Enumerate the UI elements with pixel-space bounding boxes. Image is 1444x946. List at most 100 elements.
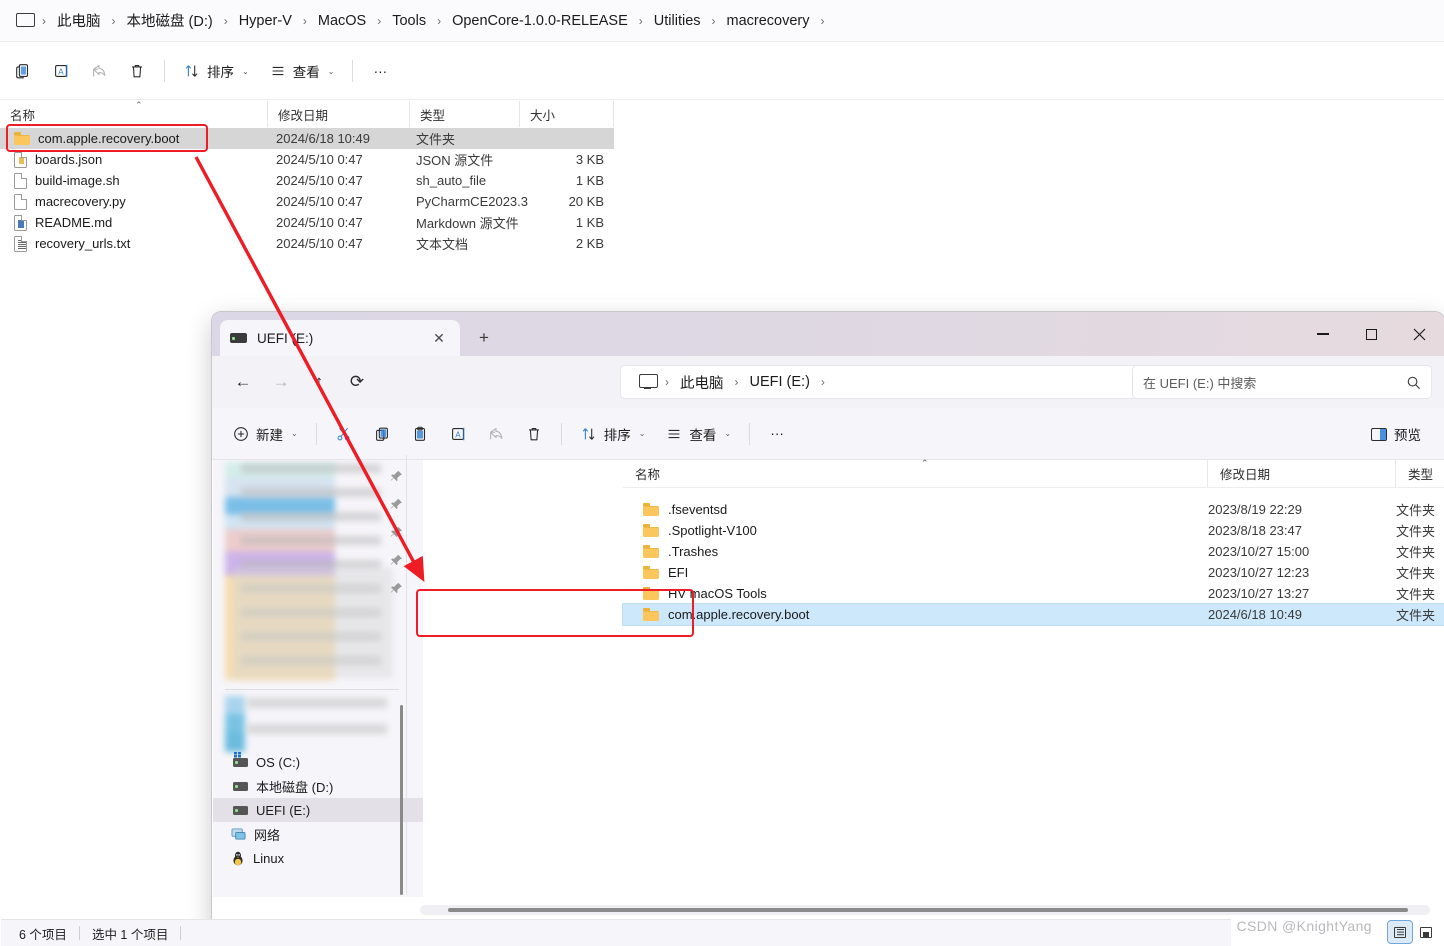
sidebar-item-linux[interactable]: Linux <box>213 846 423 870</box>
new-label: 新建 <box>256 424 283 444</box>
row-size-cell: 20 KB <box>530 194 604 209</box>
preview-pane-button[interactable]: 预览 <box>1362 417 1430 451</box>
copy-icon <box>373 425 391 443</box>
details-view-button[interactable] <box>1388 921 1412 943</box>
more-label: ··· <box>374 64 388 79</box>
file-name: .Trashes <box>668 544 718 559</box>
folder-icon <box>643 545 659 558</box>
sidebar-item-os-c[interactable]: OS (C:) <box>213 750 423 774</box>
view-button[interactable]: 查看 ⌄ <box>655 417 741 451</box>
table-row[interactable]: macrecovery.py 2024/5/10 0:47 PyCharmCE2… <box>0 191 614 212</box>
monitor-icon[interactable] <box>16 12 34 30</box>
column-header-size[interactable]: 大小 <box>520 101 614 127</box>
close-window-button[interactable] <box>1396 312 1442 356</box>
delete-button[interactable] <box>515 417 553 451</box>
tab-uefi-e[interactable]: UEFI (E:) ✕ <box>220 320 460 356</box>
breadcrumb-item-6[interactable]: Utilities <box>647 10 708 32</box>
table-row[interactable]: .Spotlight-V100 2023/8/18 23:47 文件夹 <box>623 520 1444 541</box>
share-button[interactable] <box>477 417 515 451</box>
rename-button[interactable]: A <box>42 54 80 88</box>
close-tab-button[interactable]: ✕ <box>428 327 450 349</box>
rename-button[interactable]: A <box>439 417 477 451</box>
table-row[interactable]: recovery_urls.txt 2024/5/10 0:47 文本文档 2 … <box>0 233 614 254</box>
table-row[interactable]: boards.json 2024/5/10 0:47 JSON 源文件 3 KB <box>0 149 614 170</box>
table-row[interactable]: HV macOS Tools 2023/10/27 13:27 文件夹 <box>623 583 1444 604</box>
sort-button[interactable]: 排序 ⌄ <box>173 54 259 88</box>
redacted-this-pc-entry <box>225 696 245 752</box>
table-row[interactable]: .fseventsd 2023/8/19 22:29 文件夹 <box>623 499 1444 520</box>
search-icon[interactable] <box>1406 375 1421 390</box>
sidebar-item-network[interactable]: 网络 <box>213 822 423 846</box>
pin-icon[interactable] <box>390 526 403 539</box>
minimize-button[interactable] <box>1300 312 1346 356</box>
more-button[interactable]: ··· <box>361 54 399 88</box>
breadcrumb-item-1[interactable]: UEFI (E:) <box>743 371 817 393</box>
maximize-button[interactable] <box>1348 312 1394 356</box>
table-row[interactable]: README.md 2024/5/10 0:47 Markdown 源文件 1 … <box>0 212 614 233</box>
up-button[interactable]: ↑ <box>300 365 338 399</box>
copy-button[interactable] <box>363 417 401 451</box>
view-button[interactable]: 查看 ⌄ <box>259 54 345 88</box>
table-row[interactable]: com.apple.recovery.boot 2024/6/18 10:49 … <box>0 128 614 149</box>
pin-icon[interactable] <box>390 498 403 511</box>
breadcrumb-item-3[interactable]: MacOS <box>311 10 373 32</box>
new-tab-button[interactable]: + <box>470 325 498 351</box>
row-date-cell: 2024/6/18 10:49 <box>276 131 426 146</box>
column-header-type[interactable]: 类型 <box>410 101 520 127</box>
column-label: 修改日期 <box>1220 464 1270 483</box>
icons-view-button[interactable] <box>1414 921 1438 943</box>
column-header-date[interactable]: 修改日期 <box>1208 460 1396 487</box>
file-name: .fseventsd <box>668 502 727 517</box>
sidebar-scrollbar[interactable] <box>400 705 403 895</box>
breadcrumb-item-0[interactable]: 此电脑 <box>50 7 108 34</box>
cut-button[interactable] <box>325 417 363 451</box>
row-type-cell: 文件夹 <box>416 129 546 148</box>
row-size-cell: 1 KB <box>530 215 604 230</box>
paste-button[interactable] <box>401 417 439 451</box>
search-input[interactable]: 在 UEFI (E:) 中搜索 <box>1132 365 1432 399</box>
folder-icon <box>643 608 659 621</box>
pin-icon[interactable] <box>390 554 403 567</box>
column-header-type[interactable]: 类型 <box>1396 460 1444 487</box>
sidebar-item-label: UEFI (E:) <box>256 803 310 818</box>
monitor-icon[interactable] <box>639 373 657 391</box>
delete-button[interactable] <box>118 54 156 88</box>
refresh-button[interactable]: ⟳ <box>338 365 376 399</box>
svg-text:A: A <box>58 68 64 77</box>
copy-button[interactable] <box>4 54 42 88</box>
table-row[interactable]: com.apple.recovery.boot 2024/6/18 10:49 … <box>623 604 1444 625</box>
table-row[interactable]: EFI 2023/10/27 12:23 文件夹 <box>623 562 1444 583</box>
column-header-name[interactable]: 名称 ⌃ <box>623 460 1208 487</box>
breadcrumb-item-7[interactable]: macrecovery <box>720 10 817 32</box>
breadcrumb[interactable]: › 此电脑 › 本地磁盘 (D:) › Hyper-V › MacOS › To… <box>0 0 1444 42</box>
breadcrumb-item-4[interactable]: Tools <box>385 10 433 32</box>
svg-text:A: A <box>455 430 461 439</box>
breadcrumb-item-1[interactable]: 本地磁盘 (D:) <box>120 7 220 34</box>
text-file-icon <box>14 236 27 252</box>
back-button[interactable]: ← <box>224 365 262 399</box>
pin-icon[interactable] <box>390 470 403 483</box>
breadcrumb-separator: › <box>220 14 232 28</box>
breadcrumb-item-5[interactable]: OpenCore-1.0.0-RELEASE <box>445 10 635 32</box>
new-button[interactable]: 新建 ⌄ <box>222 417 308 451</box>
forward-button[interactable]: → <box>262 365 300 399</box>
share-button[interactable] <box>80 54 118 88</box>
column-header-name[interactable]: 名称 ⌃ <box>0 101 268 127</box>
more-button[interactable]: ··· <box>758 417 796 451</box>
row-name-cell: com.apple.recovery.boot <box>0 131 270 146</box>
pin-icon[interactable] <box>390 582 403 595</box>
table-row[interactable]: build-image.sh 2024/5/10 0:47 sh_auto_fi… <box>0 170 614 191</box>
sidebar-item-local-disk-d[interactable]: 本地磁盘 (D:) <box>213 774 423 798</box>
sort-button[interactable]: 排序 ⌄ <box>570 417 656 451</box>
title-bar[interactable]: UEFI (E:) ✕ + <box>212 312 1444 356</box>
row-name-cell: boards.json <box>0 152 270 168</box>
toolbar: 新建 ⌄ A <box>212 408 1444 460</box>
breadcrumb-item-2[interactable]: Hyper-V <box>232 10 299 32</box>
breadcrumb-item-0[interactable]: 此电脑 <box>673 369 731 396</box>
table-row[interactable]: .Trashes 2023/10/27 15:00 文件夹 <box>623 541 1444 562</box>
row-date-cell: 2023/10/27 15:00 <box>1208 544 1378 559</box>
column-header-date[interactable]: 修改日期 <box>268 101 410 127</box>
trash-icon <box>525 425 543 443</box>
sidebar-item-uefi-e[interactable]: UEFI (E:) <box>213 798 423 822</box>
horizontal-scrollbar-thumb[interactable] <box>448 908 1408 912</box>
